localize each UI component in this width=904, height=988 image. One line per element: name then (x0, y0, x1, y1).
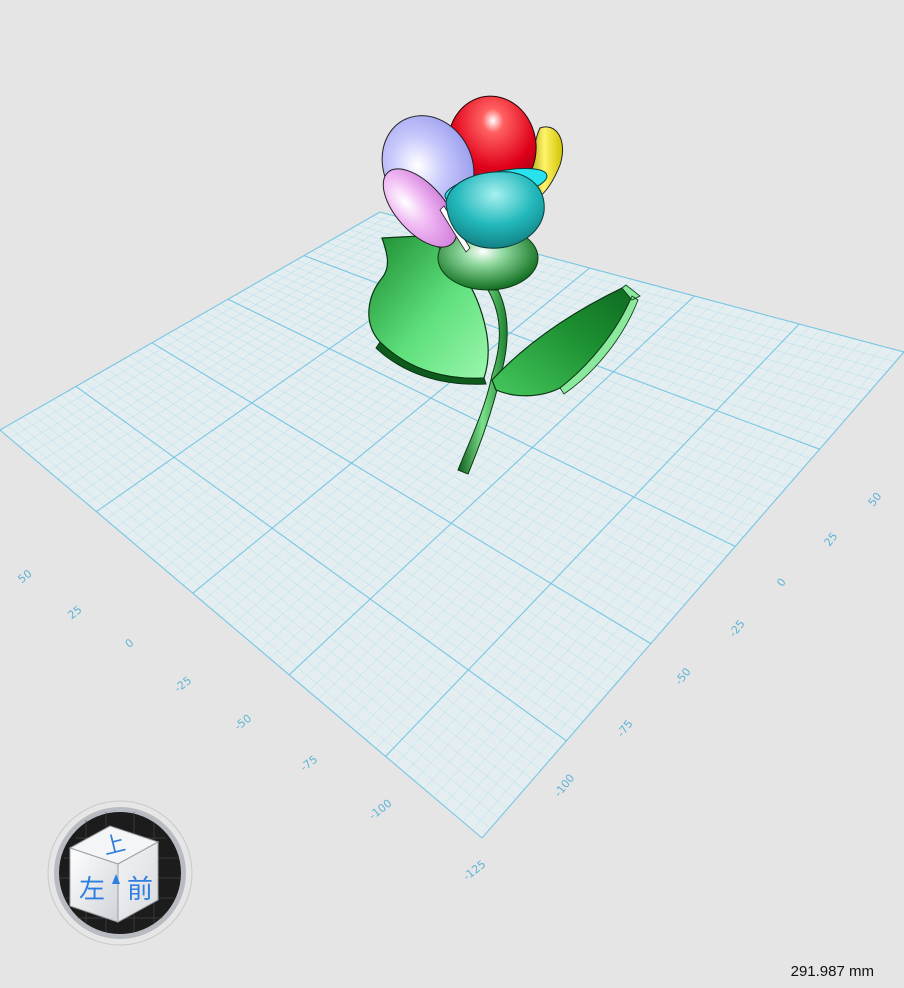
view-cube-icon[interactable]: 上 左 前 (46, 798, 196, 948)
petal-teal[interactable] (445, 171, 545, 249)
view-cube-front-label: 前 (127, 875, 153, 905)
scale-readout: 291.987 mm (790, 963, 874, 980)
view-cube-left-label: 左 (79, 875, 105, 905)
view-cube[interactable]: 上 左 前 (46, 798, 196, 948)
3d-viewport[interactable]: 50 25 0 -25 -50 -75 -100 -125 50 25 0 -25 -50 -75 -10… (0, 0, 904, 984)
